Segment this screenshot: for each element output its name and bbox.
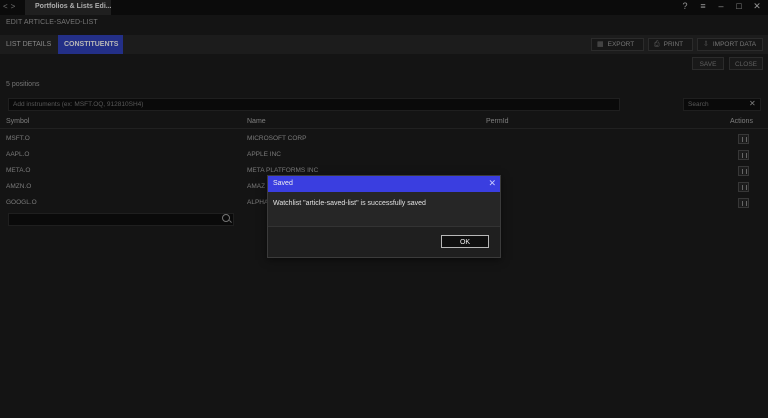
ok-button[interactable]: OK [441, 235, 489, 248]
dialog-title: Saved [273, 180, 293, 187]
dialog-message: Watchlist "article-saved-list" is succes… [273, 200, 426, 207]
dialog-footer: OK [268, 226, 500, 257]
close-icon[interactable]: ✕ [488, 178, 496, 189]
saved-dialog: Saved ✕ Watchlist "article-saved-list" i… [267, 175, 501, 258]
dialog-header: Saved ✕ [268, 176, 500, 192]
